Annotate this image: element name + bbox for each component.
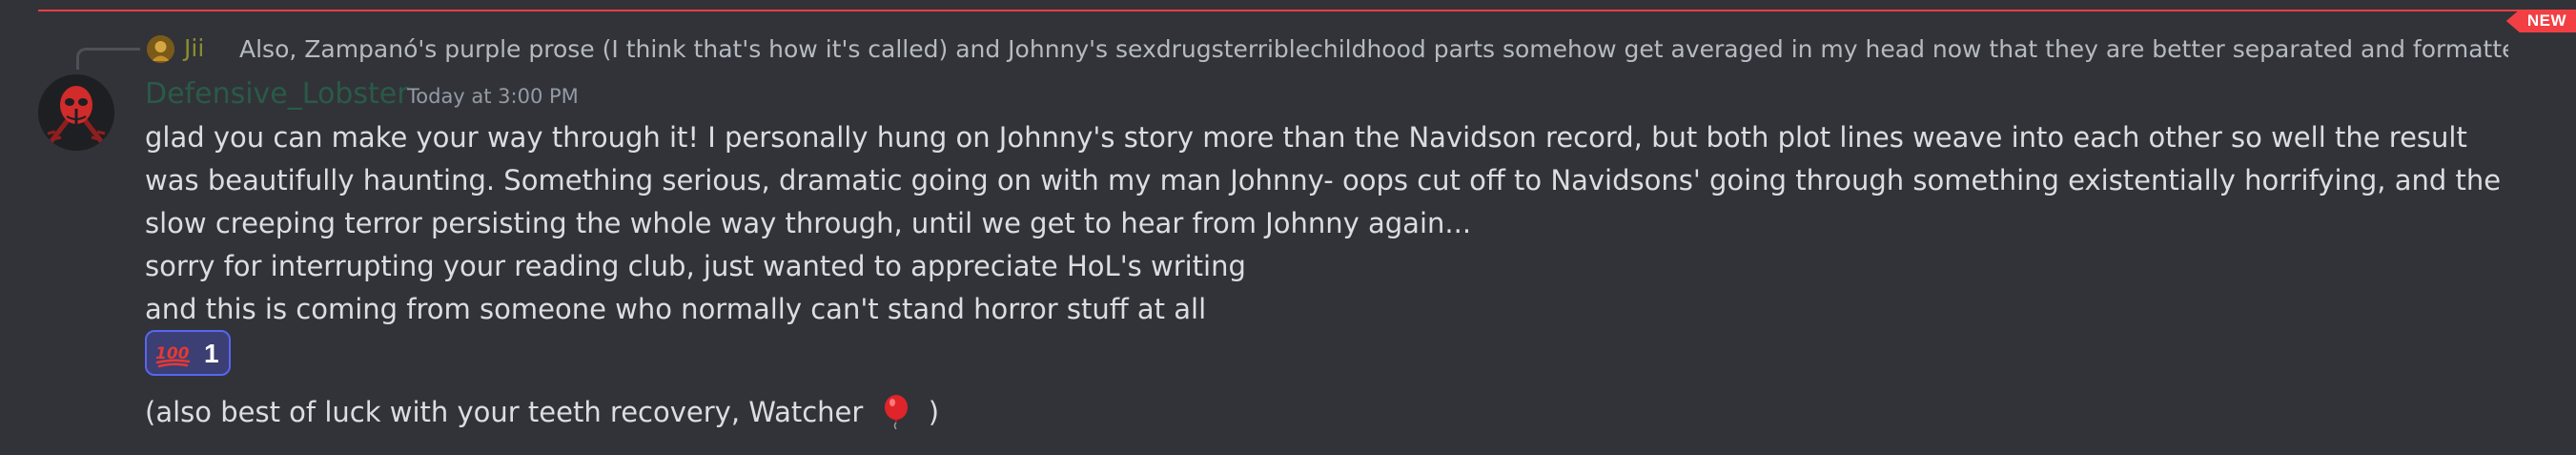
reaction-button[interactable]: 100 1: [145, 330, 231, 376]
reaction-count: 1: [204, 339, 219, 368]
reply-connector: [76, 48, 140, 70]
new-badge: NEW: [2505, 10, 2576, 32]
message-paragraph: glad you can make your way through it! I…: [145, 121, 2502, 239]
author-avatar[interactable]: [38, 74, 114, 151]
balloon-icon: [884, 395, 908, 429]
message-content: glad you can make your way through it! I…: [145, 116, 2519, 331]
new-messages-divider: NEW: [38, 10, 2576, 32]
reply-avatar[interactable]: [147, 35, 174, 63]
followup-text-end: ): [928, 396, 940, 428]
followup-text: (also best of luck with your teeth recov…: [145, 396, 864, 428]
followup-message: (also best of luck with your teeth recov…: [145, 389, 939, 433]
message-timestamp[interactable]: Today at 3:00 PM: [407, 84, 579, 109]
hundred-points-icon: 100: [155, 344, 191, 368]
reply-preview-text[interactable]: Also, Zampanó's purple prose (I think th…: [239, 35, 2508, 64]
message-paragraph: sorry for interrupting your reading club…: [145, 250, 1246, 282]
reply-author[interactable]: Jii: [184, 34, 204, 63]
message-paragraph: and this is coming from someone who norm…: [145, 293, 1207, 325]
message-author[interactable]: Defensive_Lobster: [145, 76, 409, 113]
